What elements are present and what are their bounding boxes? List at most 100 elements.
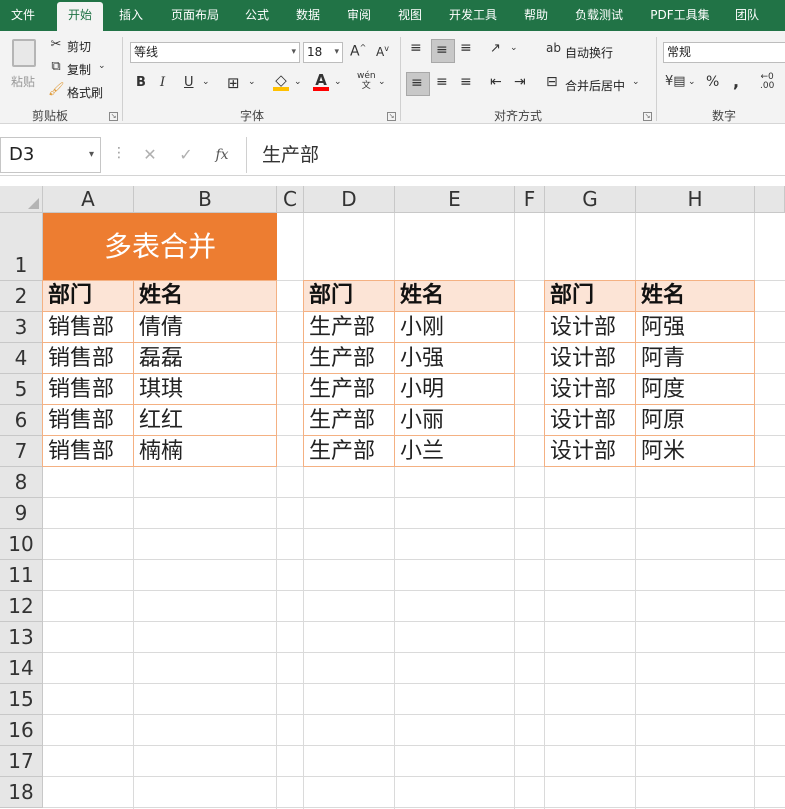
orientation-icon[interactable]: ↗ xyxy=(490,41,501,56)
borders-icon[interactable]: ⊞ xyxy=(227,74,240,92)
table-cell[interactable]: 琪琪 xyxy=(134,374,277,405)
table-cell[interactable]: 阿原 xyxy=(636,405,755,436)
chevron-down-icon[interactable]: ⌄ xyxy=(334,77,342,87)
clipboard-launcher-icon[interactable]: ↘ xyxy=(109,112,118,121)
grow-font-icon[interactable]: A^ xyxy=(350,43,366,60)
percent-button[interactable]: % xyxy=(706,74,719,90)
row-header-4[interactable]: 4 xyxy=(0,343,43,374)
table-cell[interactable]: 小丽 xyxy=(395,405,515,436)
row-header-6[interactable]: 6 xyxy=(0,405,43,436)
shrink-font-icon[interactable]: Av xyxy=(376,44,389,59)
row-header-8[interactable]: 8 xyxy=(0,467,43,498)
menu-data[interactable]: 数据 xyxy=(287,0,329,31)
row-header-11[interactable]: 11 xyxy=(0,560,43,591)
table-cell[interactable]: 倩倩 xyxy=(134,312,277,343)
table-cell[interactable]: 小兰 xyxy=(395,436,515,467)
column-header-overflow[interactable] xyxy=(755,186,785,213)
table-cell[interactable]: 销售部 xyxy=(43,312,134,343)
row-header-7[interactable]: 7 xyxy=(0,436,43,467)
insert-function-icon[interactable]: fx xyxy=(208,141,236,169)
enter-icon[interactable]: ✓ xyxy=(172,141,200,169)
cancel-icon[interactable]: ✕ xyxy=(136,141,164,169)
menu-review[interactable]: 审阅 xyxy=(338,0,380,31)
font-color-icon[interactable]: A xyxy=(313,71,329,91)
row-header-12[interactable]: 12 xyxy=(0,591,43,622)
cut-button[interactable]: 剪切 xyxy=(67,38,91,55)
phonetic-icon[interactable]: wén 文 xyxy=(357,71,376,91)
formula-input[interactable]: 生产部 xyxy=(246,137,785,173)
table-cell[interactable]: 小强 xyxy=(395,343,515,374)
row-header-10[interactable]: 10 xyxy=(0,529,43,560)
table-header-cell[interactable]: 姓名 xyxy=(394,280,515,312)
chevron-down-icon[interactable]: ⌄ xyxy=(248,77,256,87)
row-header-1[interactable]: 1 xyxy=(0,213,43,281)
table-cell[interactable]: 设计部 xyxy=(545,312,636,343)
chevron-down-icon[interactable]: ⌄ xyxy=(510,43,518,53)
row-header-18[interactable]: 18 xyxy=(0,777,43,808)
decrease-indent-icon[interactable]: ⇤ xyxy=(490,74,502,90)
chevron-down-icon[interactable]: ⌄ xyxy=(688,77,696,87)
table-header-cell[interactable]: 部门 xyxy=(42,280,134,312)
chevron-down-icon[interactable]: ⌄ xyxy=(294,77,302,87)
select-all-corner[interactable] xyxy=(0,186,43,213)
table-cell[interactable]: 阿青 xyxy=(636,343,755,374)
column-header-d[interactable]: D xyxy=(304,186,395,213)
number-format-combo[interactable]: 常规 xyxy=(663,42,785,63)
table-cell[interactable]: 阿米 xyxy=(636,436,755,467)
merge-center-button[interactable]: 合并后居中 xyxy=(565,77,625,94)
menu-home[interactable]: 开始 xyxy=(57,2,103,31)
chevron-down-icon[interactable]: ⌄ xyxy=(202,77,210,87)
align-top-icon[interactable]: ≡ xyxy=(410,40,422,56)
row-header-2[interactable]: 2 xyxy=(0,281,43,312)
fill-color-icon[interactable]: ◇ xyxy=(273,71,289,91)
align-center-icon[interactable]: ≡ xyxy=(436,74,448,90)
table-cell[interactable]: 红红 xyxy=(134,405,277,436)
menu-page-layout[interactable]: 页面布局 xyxy=(162,0,228,31)
row-header-5[interactable]: 5 xyxy=(0,374,43,405)
currency-icon[interactable]: ¥▤ xyxy=(665,74,686,89)
menu-load-test[interactable]: 负载测试 xyxy=(566,0,632,31)
table-cell[interactable]: 设计部 xyxy=(545,374,636,405)
chevron-down-icon[interactable]: ⌄ xyxy=(98,61,106,71)
row-header-15[interactable]: 15 xyxy=(0,684,43,715)
table-header-cell[interactable]: 姓名 xyxy=(133,280,277,312)
table-cell[interactable]: 销售部 xyxy=(43,405,134,436)
menu-team[interactable]: 团队 xyxy=(726,0,768,31)
table-cell[interactable]: 生产部 xyxy=(304,436,395,467)
font-size-combo[interactable]: 18 ▾ xyxy=(303,42,343,63)
align-right-icon[interactable]: ≡ xyxy=(460,74,472,90)
column-header-c[interactable]: C xyxy=(277,186,304,213)
chevron-down-icon[interactable]: ⌄ xyxy=(378,77,386,87)
menu-developer[interactable]: 开发工具 xyxy=(440,0,506,31)
name-box[interactable]: D3 ▾ xyxy=(0,137,101,173)
table-cell[interactable]: 设计部 xyxy=(545,343,636,374)
menu-view[interactable]: 视图 xyxy=(389,0,431,31)
row-header-9[interactable]: 9 xyxy=(0,498,43,529)
menu-insert[interactable]: 插入 xyxy=(110,0,152,31)
menu-pdf-tools[interactable]: PDF工具集 xyxy=(643,0,717,31)
table-cell[interactable]: 小刚 xyxy=(395,312,515,343)
table-cell[interactable]: 生产部 xyxy=(304,343,395,374)
table-cell[interactable]: 生产部 xyxy=(304,405,395,436)
table-cell[interactable]: 设计部 xyxy=(545,436,636,467)
bold-button[interactable]: B xyxy=(136,75,146,90)
table-header-cell[interactable]: 姓名 xyxy=(635,280,755,312)
table-header-cell[interactable]: 部门 xyxy=(303,280,395,312)
align-middle-button[interactable]: ≡ xyxy=(431,39,455,63)
table-cell[interactable]: 销售部 xyxy=(43,436,134,467)
paste-button[interactable]: 粘贴 xyxy=(8,37,40,97)
column-header-a[interactable]: A xyxy=(43,186,134,213)
table-cell[interactable]: 小明 xyxy=(395,374,515,405)
menu-formulas[interactable]: 公式 xyxy=(236,0,278,31)
row-header-3[interactable]: 3 xyxy=(0,312,43,343)
table-cell[interactable]: 设计部 xyxy=(545,405,636,436)
column-header-h[interactable]: H xyxy=(636,186,755,213)
font-launcher-icon[interactable]: ↘ xyxy=(387,112,396,121)
table-header-cell[interactable]: 部门 xyxy=(544,280,636,312)
increase-indent-icon[interactable]: ⇥ xyxy=(514,74,526,90)
row-header-16[interactable]: 16 xyxy=(0,715,43,746)
row-header-14[interactable]: 14 xyxy=(0,653,43,684)
row-header-17[interactable]: 17 xyxy=(0,746,43,777)
worksheet-grid[interactable]: A B C D E F G H 1 2 3 4 5 6 7 8 9 10 11 12 13 14 15 16 17 18 多表合并部… xyxy=(0,186,785,809)
alignment-launcher-icon[interactable]: ↘ xyxy=(643,112,652,121)
